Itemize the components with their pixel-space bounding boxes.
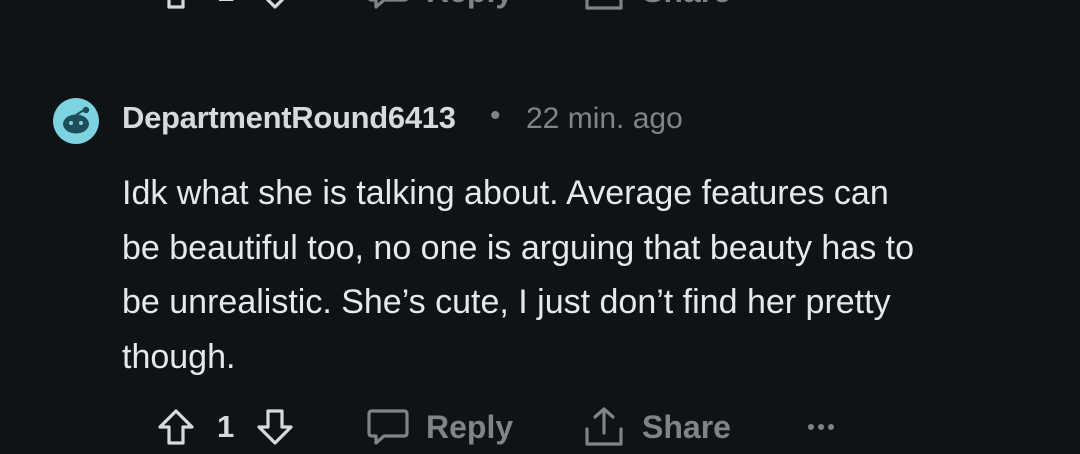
upvote-icon[interactable]	[155, 406, 197, 448]
vote-count: 1	[217, 409, 235, 444]
reply-label: Reply	[426, 408, 514, 445]
username[interactable]: DepartmentRound6413	[122, 100, 456, 136]
meta-separator: •	[490, 99, 501, 132]
avatar-icon	[53, 98, 99, 144]
timestamp: 22 min. ago	[526, 102, 683, 135]
avatar[interactable]	[53, 98, 99, 144]
comment-body-line: Idk what she is talking about. Average f…	[122, 174, 889, 212]
comment-body-line: be unrealistic. She’s cute, I just don’t…	[122, 283, 891, 321]
comment-body-line: though.	[122, 337, 236, 376]
more-icon	[806, 422, 836, 432]
more-options-button[interactable]	[806, 402, 836, 452]
reply-button[interactable]: Reply	[366, 402, 513, 452]
reply-bubble-icon	[366, 407, 410, 447]
downvote-icon[interactable]	[254, 406, 296, 448]
comment-body: Idk what she is talking about. Average f…	[122, 166, 1062, 384]
comment-actions: 1 Reply Share	[0, 402, 1080, 454]
vote-group: 1	[155, 402, 296, 452]
comment-body-line: be beautiful too, no one is arguing that…	[122, 228, 915, 267]
share-label: Share	[642, 408, 731, 445]
share-icon	[582, 405, 626, 449]
share-button[interactable]: Share	[582, 402, 731, 452]
comment: DepartmentRound6413 • 22 min. ago Idk wh…	[0, 0, 1080, 454]
